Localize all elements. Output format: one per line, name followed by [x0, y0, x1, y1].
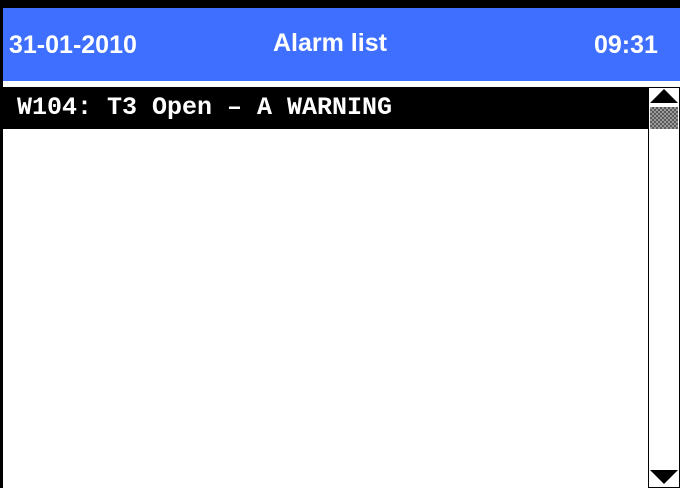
alarm-list-item[interactable]: W104: T3 Open – A WARNING	[3, 87, 648, 129]
time-label: 09:31	[594, 31, 658, 59]
date-label: 31-01-2010	[9, 31, 137, 59]
title-bar: 31-01-2010 Alarm list 09:31	[3, 8, 680, 81]
alarm-list-screen: 31-01-2010 Alarm list 09:31 W104: T3 Ope…	[3, 8, 680, 488]
alarm-item-text: W104: T3 Open – A WARNING	[17, 93, 393, 122]
vertical-scrollbar[interactable]	[648, 87, 680, 488]
scrollbar-thumb[interactable]	[650, 107, 678, 129]
scrollbar-track[interactable]	[648, 87, 680, 488]
scroll-down-arrow-icon[interactable]	[650, 470, 678, 484]
scroll-up-arrow-icon[interactable]	[650, 89, 678, 103]
page-title: Alarm list	[273, 29, 387, 57]
alarm-list: W104: T3 Open – A WARNING	[3, 81, 680, 488]
